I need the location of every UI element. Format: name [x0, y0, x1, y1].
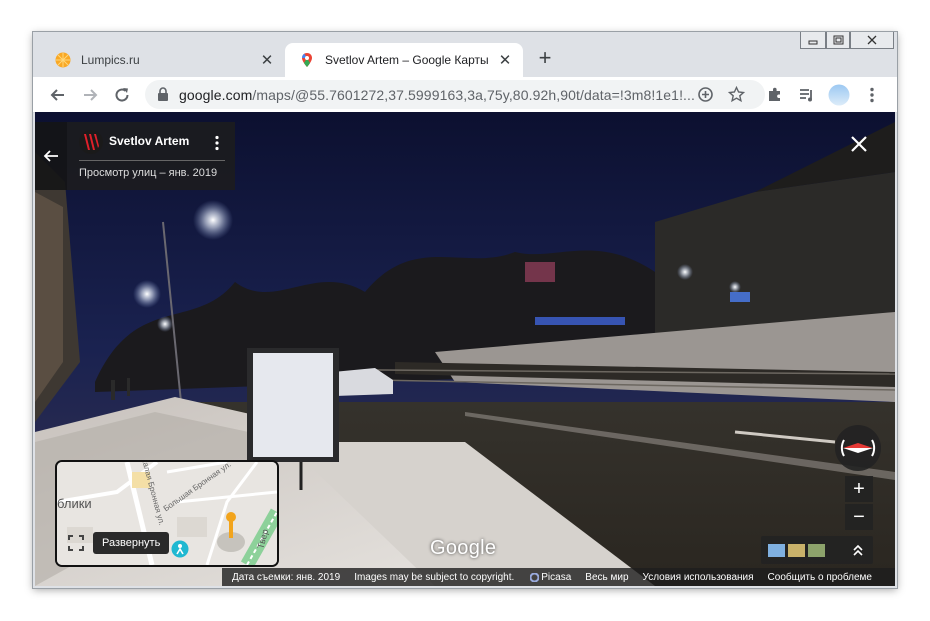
tab-title: Svetlov Artem – Google Карты: [325, 53, 489, 67]
star-icon[interactable]: [728, 86, 745, 103]
capture-subtitle: Просмотр улиц – янв. 2019: [79, 167, 218, 179]
zoom-out-button[interactable]: −: [845, 504, 873, 530]
tab-google-maps[interactable]: Svetlov Artem – Google Карты ✕: [285, 43, 523, 77]
google-logo: Google: [430, 537, 497, 559]
add-circle-icon[interactable]: [697, 86, 714, 103]
puzzle-icon: [769, 87, 780, 101]
pegman-layer-icon[interactable]: [171, 540, 189, 558]
more-vert-icon: [870, 87, 874, 103]
back-button[interactable]: [45, 82, 71, 108]
maximize-button[interactable]: [826, 32, 850, 49]
lumpics-orange-icon: [55, 52, 71, 68]
reload-icon: [115, 88, 129, 102]
tab-lumpics[interactable]: Lumpics.ru ✕: [41, 43, 285, 77]
close-icon[interactable]: [847, 132, 871, 156]
avatar-icon: [828, 84, 850, 106]
copyright-notice: Images may be subject to copyright.: [354, 571, 515, 583]
google-maps-pin-icon: [302, 53, 312, 67]
capture-date: Дата съемки: янв. 2019: [232, 571, 341, 583]
arrow-right-icon: [84, 89, 98, 101]
more-vert-icon[interactable]: [214, 135, 220, 151]
new-tab-button[interactable]: +: [533, 46, 557, 70]
photo-thumbnail[interactable]: [808, 544, 825, 557]
chevron-double-up-icon: [853, 544, 863, 556]
address-bar[interactable]: google.com/maps/@55.7601272,37.5999163,3…: [145, 80, 765, 109]
fullscreen-icon[interactable]: [67, 534, 85, 552]
picasa-icon: [530, 572, 540, 582]
street-view-panorama[interactable]: Svetlov Artem Просмотр улиц – янв. 2019 …: [35, 112, 895, 586]
close-tab-icon[interactable]: ✕: [495, 51, 515, 69]
media-control-button[interactable]: [794, 82, 820, 108]
expand-tooltip: Развернуть: [93, 532, 170, 554]
browser-window: Lumpics.ru ✕ Svetlov Artem – Google Карт…: [33, 32, 897, 588]
browser-toolbar: google.com/maps/@55.7601272,37.5999163,3…: [33, 77, 897, 113]
close-window-button[interactable]: [850, 32, 894, 49]
photo-thumbnail[interactable]: [768, 544, 785, 557]
arrow-left-icon: [43, 150, 58, 162]
close-tab-icon[interactable]: ✕: [257, 51, 277, 69]
terms-link[interactable]: Условия использования: [643, 572, 754, 583]
forward-button[interactable]: [77, 82, 103, 108]
panorama-info-card: Svetlov Artem Просмотр улиц – янв. 2019: [35, 122, 235, 190]
photo-strip-toggle[interactable]: [761, 536, 873, 564]
arrow-left-icon: [50, 89, 64, 101]
playlist-icon: [800, 89, 812, 102]
reload-button[interactable]: [109, 82, 135, 108]
back-to-map-button[interactable]: [35, 122, 67, 190]
zoom-in-button[interactable]: +: [845, 476, 873, 502]
tab-title: Lumpics.ru: [81, 53, 140, 67]
minimize-button[interactable]: [800, 32, 826, 49]
divider: [79, 160, 225, 161]
tab-strip: Lumpics.ru ✕ Svetlov Artem – Google Карт…: [33, 32, 897, 77]
lock-icon: [158, 87, 168, 101]
minimize-icon: [808, 40, 818, 45]
profile-avatar[interactable]: [826, 82, 852, 108]
close-window-icon: [867, 35, 877, 45]
compass-control[interactable]: [835, 425, 881, 471]
author-avatar[interactable]: [79, 130, 103, 154]
url-text: google.com/maps/@55.7601272,37.5999163,3…: [179, 87, 696, 103]
map-label: блики: [57, 496, 92, 511]
picasa-link[interactable]: Picasa: [530, 572, 571, 583]
photo-thumbnail[interactable]: [788, 544, 805, 557]
author-name[interactable]: Svetlov Artem: [109, 134, 189, 148]
maximize-icon: [833, 35, 844, 45]
extensions-button[interactable]: [762, 82, 788, 108]
street-view-footer: Дата съемки: янв. 2019 Images may be sub…: [222, 568, 895, 586]
world-link[interactable]: Весь мир: [585, 572, 628, 583]
browser-menu-button[interactable]: [859, 82, 885, 108]
report-problem-link[interactable]: Сообщить о проблеме: [768, 572, 872, 583]
compass-icon: [840, 439, 876, 457]
